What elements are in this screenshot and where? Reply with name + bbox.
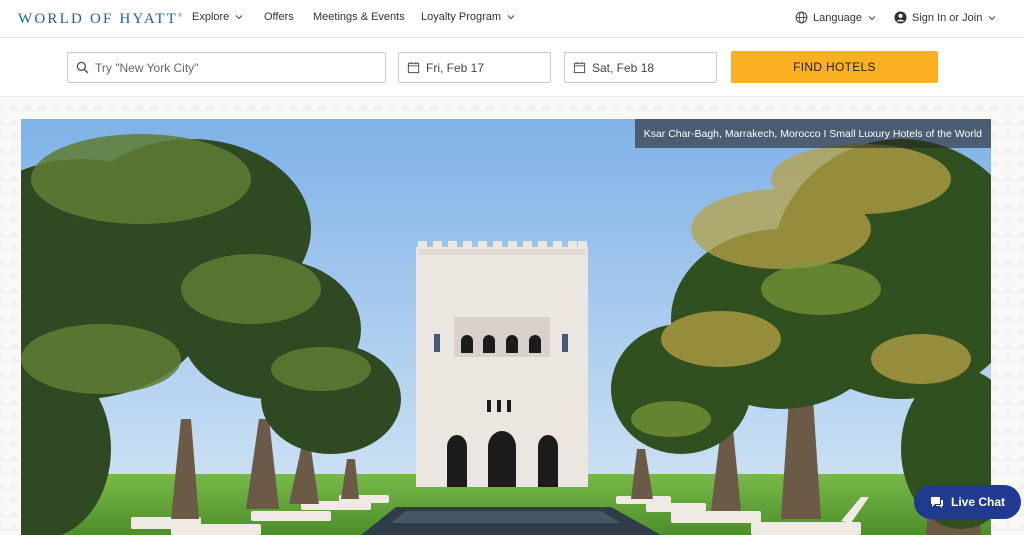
nav-meetings-label: Meetings & Events bbox=[313, 11, 405, 23]
checkout-date-value: Sat, Feb 18 bbox=[592, 60, 655, 75]
calendar-icon bbox=[573, 61, 586, 74]
find-hotels-button[interactable]: FIND HOTELS bbox=[731, 51, 938, 83]
hero-image: Ksar Char-Bagh, Marrakech, Morocco I Sma… bbox=[21, 119, 991, 535]
nav-explore[interactable]: Explore bbox=[192, 11, 244, 23]
language-label: Language bbox=[813, 11, 862, 24]
chevron-down-icon bbox=[988, 15, 996, 20]
nav-loyalty-program[interactable]: Loyalty Program bbox=[421, 11, 516, 23]
nav-explore-label: Explore bbox=[192, 11, 230, 23]
live-chat-button[interactable]: Live Chat bbox=[914, 485, 1021, 519]
world-of-hyatt-logo[interactable]: WORLD OF HYATT® bbox=[18, 11, 183, 28]
live-chat-label: Live Chat bbox=[950, 495, 1005, 509]
language-selector[interactable]: Language bbox=[795, 11, 877, 24]
user-icon bbox=[894, 11, 907, 24]
hotel-search-bar: Try "New York City" Fri, Feb 17 Sat, Feb… bbox=[0, 39, 1024, 97]
checkout-date-field[interactable]: Sat, Feb 18 bbox=[564, 52, 717, 83]
sign-in-join[interactable]: Sign In or Join bbox=[894, 11, 997, 24]
sign-in-label: Sign In or Join bbox=[912, 11, 983, 24]
hero-caption: Ksar Char-Bagh, Marrakech, Morocco I Sma… bbox=[634, 119, 991, 148]
nav-loyalty-label: Loyalty Program bbox=[421, 11, 502, 23]
globe-icon bbox=[795, 11, 808, 24]
nav-meetings-events[interactable]: Meetings & Events bbox=[313, 11, 405, 23]
calendar-icon bbox=[407, 61, 420, 74]
chevron-down-icon bbox=[507, 15, 515, 20]
checkin-date-field[interactable]: Fri, Feb 17 bbox=[398, 52, 551, 83]
nav-offers-label: Offers bbox=[264, 11, 294, 23]
nav-offers[interactable]: Offers bbox=[264, 11, 294, 23]
search-icon bbox=[76, 61, 89, 74]
top-navigation: WORLD OF HYATT® Explore Offers Meetings … bbox=[0, 0, 1024, 38]
chat-icon bbox=[930, 496, 943, 508]
chevron-down-icon bbox=[235, 15, 243, 20]
kasbah-tower bbox=[416, 241, 588, 487]
checkin-date-value: Fri, Feb 17 bbox=[426, 60, 485, 75]
hero-illustration bbox=[21, 119, 991, 535]
destination-search-input[interactable]: Try "New York City" bbox=[67, 52, 386, 83]
chevron-down-icon bbox=[868, 15, 876, 20]
destination-placeholder: Try "New York City" bbox=[95, 60, 199, 75]
